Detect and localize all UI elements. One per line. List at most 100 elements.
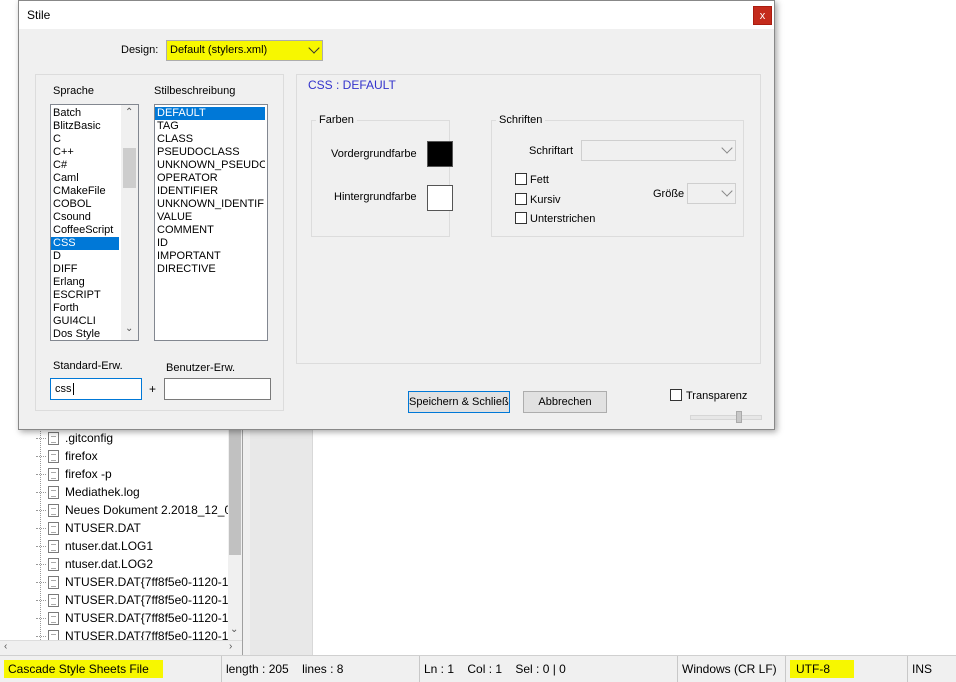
chevron-down-icon — [308, 42, 320, 54]
style-listbox[interactable]: DEFAULT TAG CLASS PSEUDOCLASS UNKNOWN_PSEUD O… — [154, 104, 268, 341]
close-icon[interactable]: x — [753, 6, 772, 25]
file-name: ntuser.dat.LOG1 — [65, 539, 154, 553]
dialog-titlebar[interactable]: Stile x — [19, 1, 774, 29]
file-icon — [48, 504, 59, 518]
language-list-item[interactable]: CSS — [51, 237, 119, 250]
underline-checkbox[interactable] — [515, 212, 527, 224]
style-list-item[interactable]: TAG — [155, 120, 265, 133]
chevron-down-icon[interactable]: ⌄ — [230, 624, 238, 635]
language-list-item[interactable]: Csound — [51, 211, 119, 224]
style-list-item[interactable]: COMMENT — [155, 224, 265, 237]
language-list-item[interactable]: C++ — [51, 146, 119, 159]
file-tree-item[interactable]: NTUSER.DAT{7ff8f5e0-1120-11 — [36, 591, 228, 609]
file-tree-item[interactable]: NTUSER.DAT{7ff8f5e0-1120-11 — [36, 573, 228, 591]
chevron-down-icon[interactable]: ⌄ — [125, 323, 133, 334]
transparency-label: Transparenz — [686, 390, 748, 402]
font-name-select[interactable] — [581, 140, 736, 161]
tree-connector — [36, 582, 46, 584]
style-list-item[interactable]: VALUE — [155, 211, 265, 224]
file-icon — [48, 432, 59, 446]
file-tree-item[interactable]: Mediathek.log — [36, 483, 228, 501]
cancel-button[interactable]: Abbrechen — [523, 391, 607, 413]
chevron-down-icon — [721, 142, 733, 154]
language-list-item[interactable]: DIFF — [51, 263, 119, 276]
user-extension-input[interactable] — [164, 378, 271, 400]
file-icon — [48, 612, 59, 626]
status-insert-mode: INS — [912, 662, 933, 676]
style-list-item[interactable]: IDENTIFIER — [155, 185, 265, 198]
style-list-item[interactable]: DEFAULT — [155, 107, 265, 120]
file-tree-item[interactable]: NTUSER.DAT{7ff8f5e0-1120-11 — [36, 609, 228, 627]
language-list-item[interactable]: C — [51, 133, 119, 146]
save-and-close-button[interactable]: Speichern & Schließen — [408, 391, 510, 413]
tree-scroll-thumb[interactable] — [229, 430, 241, 555]
language-list-item[interactable]: D — [51, 250, 119, 263]
status-language-text: Cascade Style Sheets File — [4, 660, 163, 678]
status-encoding: UTF-8 — [786, 656, 908, 682]
transparency-slider[interactable] — [690, 415, 762, 420]
status-lines: lines : 8 — [302, 662, 344, 676]
style-list-item[interactable]: ID — [155, 237, 265, 250]
style-list-item[interactable]: UNKNOWN_PSEUDOCL — [155, 159, 265, 172]
chevron-left-icon[interactable]: ‹ — [4, 641, 7, 652]
file-icon — [48, 450, 59, 464]
status-eol: Windows (CR LF) — [678, 656, 786, 682]
style-list-item[interactable]: CLASS — [155, 133, 265, 146]
language-list-item[interactable]: BlitzBasic — [51, 120, 119, 133]
transparency-slider-thumb[interactable] — [736, 411, 742, 423]
italic-checkbox[interactable] — [515, 193, 527, 205]
file-tree-item[interactable]: ntuser.dat.LOG2 — [36, 555, 228, 573]
language-list-item[interactable]: COBOL — [51, 198, 119, 211]
file-tree-item[interactable]: firefox — [36, 447, 228, 465]
chevron-right-icon[interactable]: › — [229, 641, 232, 652]
chevron-up-icon[interactable]: ⌃ — [125, 107, 133, 118]
file-tree-item[interactable]: ntuser.dat.LOG1 — [36, 537, 228, 555]
language-list-item[interactable]: Erlang — [51, 276, 119, 289]
standard-extension-input[interactable]: css — [50, 378, 142, 400]
language-list-scrollbar[interactable]: ⌃ ⌄ — [121, 105, 138, 340]
language-list-item[interactable]: Dos Style — [51, 328, 119, 340]
style-list-item[interactable]: DIRECTIVE — [155, 263, 265, 276]
foreground-color-label: Vordergrundfarbe — [331, 148, 417, 160]
language-list-item[interactable]: CMakeFile — [51, 185, 119, 198]
file-tree-item[interactable]: firefox -p — [36, 465, 228, 483]
language-list-item[interactable]: CoffeeScript — [51, 224, 119, 237]
language-list-item[interactable]: ESCRIPT — [51, 289, 119, 302]
bold-label: Fett — [530, 174, 549, 186]
file-tree-item[interactable]: .gitconfig — [36, 429, 228, 447]
language-scroll-thumb[interactable] — [123, 148, 136, 188]
style-list-item[interactable]: UNKNOWN_IDENTIFIE — [155, 198, 265, 211]
foreground-color-swatch[interactable] — [427, 141, 453, 167]
language-list-item[interactable]: GUI4CLI — [51, 315, 119, 328]
language-list-item[interactable]: Batch — [51, 107, 119, 120]
style-list: DEFAULT TAG CLASS PSEUDOCLASS UNKNOWN_PSEUD O… — [155, 105, 267, 276]
style-list-item[interactable]: IMPORTANT — [155, 250, 265, 263]
background-color-swatch[interactable] — [427, 185, 453, 211]
fonts-group — [491, 120, 744, 237]
standard-extension-value: css — [55, 383, 72, 395]
dialog-title: Stile — [27, 8, 51, 22]
language-list-item[interactable]: Forth — [51, 302, 119, 315]
language-listbox[interactable]: Batch BlitzBasic C C++ C# Caml CMakeFile COBOL C… — [50, 104, 139, 341]
bold-checkbox[interactable] — [515, 173, 527, 185]
section-title: CSS : DEFAULT — [308, 78, 396, 92]
style-list-item[interactable]: OPERATOR — [155, 172, 265, 185]
standard-extension-label: Standard-Erw. — [53, 360, 123, 372]
font-size-select[interactable] — [687, 183, 736, 204]
design-select[interactable]: Default (stylers.xml) — [166, 40, 323, 61]
style-list-item[interactable]: PSEUDOCLASS — [155, 146, 265, 159]
file-tree-item[interactable]: Neues Dokument 2.2018_12_04 — [36, 501, 228, 519]
transparency-checkbox[interactable] — [670, 389, 682, 401]
chevron-down-icon — [721, 185, 733, 197]
file-icon — [48, 594, 59, 608]
style-dialog: Stile x Design: Default (stylers.xml) Sp… — [18, 0, 775, 430]
file-tree-item[interactable]: NTUSER.DAT — [36, 519, 228, 537]
tree-horizontal-scrollbar[interactable]: ‹ › — [0, 640, 242, 656]
language-list-item[interactable]: C# — [51, 159, 119, 172]
language-list-item[interactable]: Caml — [51, 172, 119, 185]
file-icon — [48, 522, 59, 536]
file-icon — [48, 540, 59, 554]
tree-connector — [36, 564, 46, 566]
fonts-group-label: Schriften — [496, 114, 546, 126]
tree-connector — [36, 492, 46, 494]
